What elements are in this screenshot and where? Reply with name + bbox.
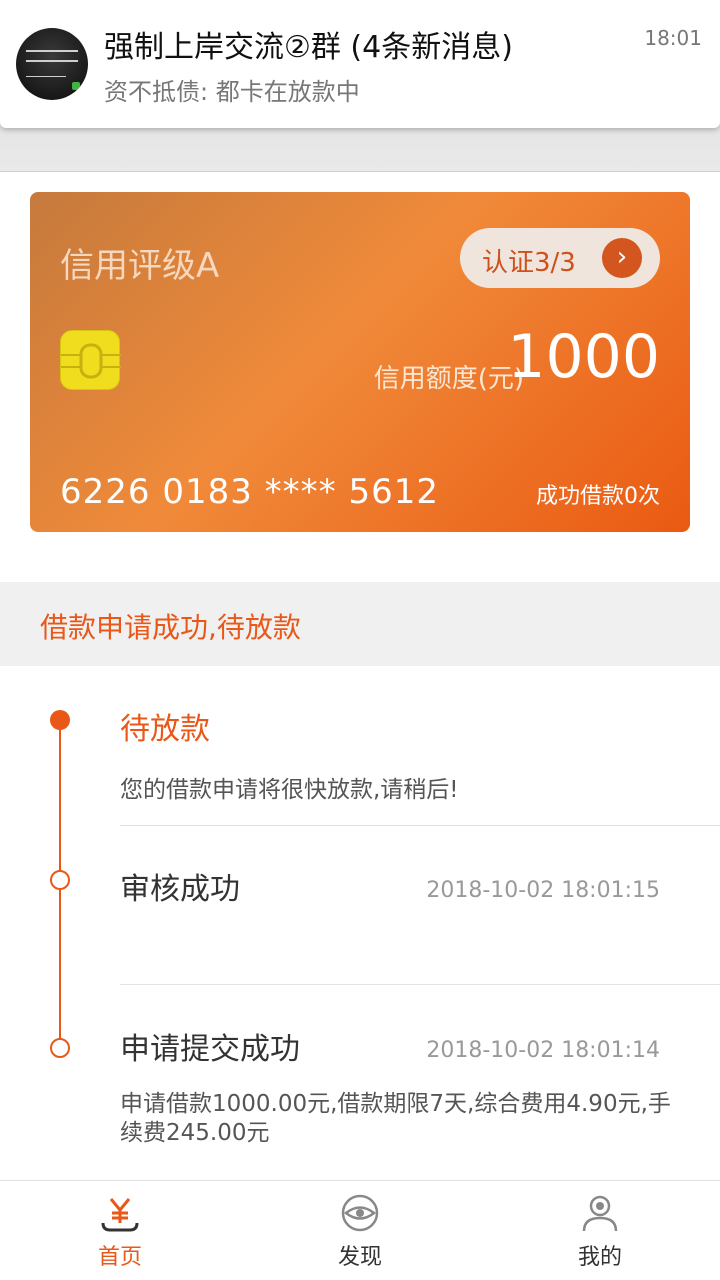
- timeline-dot: [50, 1038, 70, 1058]
- step-desc-submitted: 申请借款1000.00元,借款期限7天,综合费用4.90元,手续费245.00元: [120, 1091, 671, 1146]
- certification-label: 认证3/3: [482, 248, 576, 278]
- loan-status-banner: 借款申请成功,待放款: [0, 582, 720, 666]
- divider: [120, 984, 720, 985]
- chevron-right-icon: ›: [602, 238, 642, 278]
- step-desc-pending: 您的借款申请将很快放款,请稍后!: [120, 777, 459, 803]
- step-title-pending: 待放款: [120, 712, 210, 747]
- card-number: 6226 0183 **** 5612: [60, 472, 440, 512]
- loan-status-text: 借款申请成功,待放款: [40, 611, 301, 644]
- step-time-submitted: 2018-10-02 18:01:14: [426, 1038, 660, 1063]
- tab-label: 首页: [97, 1245, 142, 1270]
- step-title-submitted: 申请提交成功: [120, 1032, 300, 1067]
- user-icon: [582, 1195, 618, 1232]
- notification-title: 强制上岸交流②群 (4条新消息): [104, 30, 513, 65]
- divider: [120, 825, 720, 826]
- eye-icon: [341, 1194, 379, 1232]
- tab-label: 我的: [577, 1245, 622, 1270]
- credit-limit-value: 1000: [507, 322, 660, 392]
- notification-message: 资不抵债: 都卡在放款中: [104, 78, 360, 106]
- timeline-dot: [50, 870, 70, 890]
- bottom-tab-bar: 首页 发现 我的: [0, 1180, 720, 1280]
- tab-mine[interactable]: 我的: [540, 1181, 660, 1280]
- notification-banner[interactable]: 强制上岸交流②群 (4条新消息) 资不抵债: 都卡在放款中 18:01: [0, 0, 720, 128]
- successful-loans-count: 成功借款0次: [536, 484, 660, 509]
- tab-home[interactable]: 首页: [60, 1181, 180, 1280]
- step-title-reviewed: 审核成功: [120, 872, 240, 907]
- tab-label: 发现: [337, 1245, 382, 1270]
- yuan-icon: [101, 1198, 139, 1232]
- credit-limit-label: 信用额度(元): [373, 364, 524, 394]
- certification-button[interactable]: 认证3/3 ›: [460, 228, 660, 288]
- group-avatar: [16, 28, 88, 100]
- tab-discover[interactable]: 发现: [300, 1181, 420, 1280]
- card-chip-icon: [60, 330, 121, 390]
- credit-card: 信用评级A 认证3/3 › 信用额度(元) 1000 6226 0183 ***…: [30, 192, 690, 532]
- timeline-dot-active: [50, 710, 70, 730]
- notification-time: 18:01: [644, 26, 702, 50]
- step-time-reviewed: 2018-10-02 18:01:15: [426, 878, 660, 903]
- credit-rating: 信用评级A: [60, 246, 220, 286]
